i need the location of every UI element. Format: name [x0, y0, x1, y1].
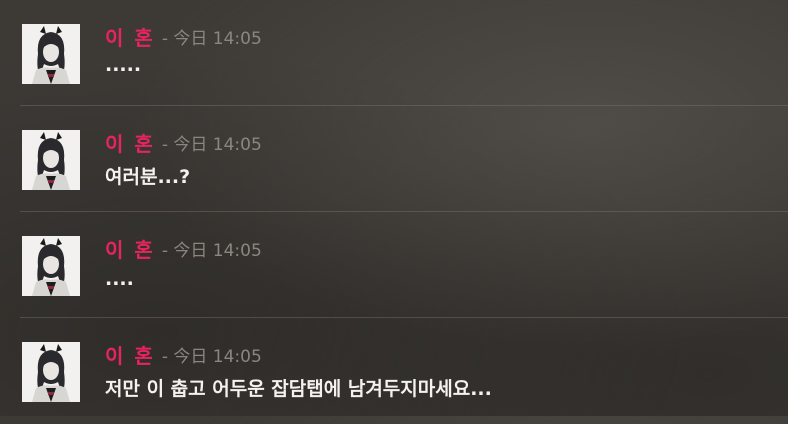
avatar[interactable] — [22, 236, 80, 296]
avatar[interactable] — [22, 130, 80, 190]
username[interactable]: 이 혼 — [105, 344, 155, 368]
chat-message: 이 혼 - 今日 14:05 여러분...? — [0, 106, 788, 212]
message-text: .... — [105, 268, 134, 290]
timestamp: - 今日 14:05 — [161, 241, 262, 261]
chat-message: 이 혼 - 今日 14:05 ..... — [0, 0, 788, 106]
message-text: ..... — [105, 54, 142, 76]
message-header: 이 혼 - 今日 14:05 — [105, 234, 262, 262]
chat-log: 이 혼 - 今日 14:05 ..... 이 혼 - 今日 14:05 여러분.… — [0, 0, 788, 416]
timestamp: - 今日 14:05 — [161, 347, 262, 367]
message-header: 이 혼 - 今日 14:05 — [105, 128, 262, 156]
avatar[interactable] — [22, 342, 80, 402]
timestamp: - 今日 14:05 — [161, 29, 262, 49]
username[interactable]: 이 혼 — [105, 132, 155, 156]
message-text: 여러분...? — [105, 166, 191, 188]
avatar[interactable] — [22, 24, 80, 84]
message-header: 이 혼 - 今日 14:05 — [105, 22, 262, 50]
username[interactable]: 이 혼 — [105, 238, 155, 262]
chat-message: 이 혼 - 今日 14:05 .... — [0, 212, 788, 318]
timestamp: - 今日 14:05 — [161, 135, 262, 155]
message-header: 이 혼 - 今日 14:05 — [105, 340, 262, 368]
username[interactable]: 이 혼 — [105, 26, 155, 50]
message-text: 저만 이 춥고 어두운 잡담탭에 남겨두지마세요... — [105, 378, 492, 400]
chat-message: 이 혼 - 今日 14:05 저만 이 춥고 어두운 잡담탭에 남겨두지마세요.… — [0, 318, 788, 424]
